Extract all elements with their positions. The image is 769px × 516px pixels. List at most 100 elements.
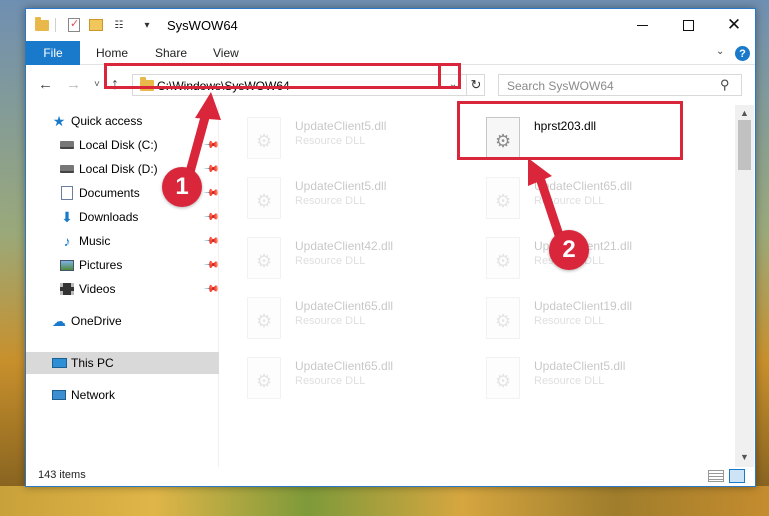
- sidebar-item-label: Network: [71, 388, 116, 402]
- file-item[interactable]: ⚙ UpdateClient42.dll Resource DLL: [247, 237, 477, 287]
- sidebar-item-label: Local Disk (C:): [79, 138, 158, 152]
- dll-file-icon: ⚙: [486, 177, 520, 219]
- file-type: Resource DLL: [295, 135, 366, 147]
- desktop-background: [0, 486, 769, 516]
- sidebar-item-label: Music: [79, 234, 111, 248]
- view-menu-icon[interactable]: ☷: [111, 17, 127, 33]
- file-item[interactable]: ⚙ UpdateClient65.dll Resource DLL: [247, 357, 477, 407]
- new-folder-icon[interactable]: [88, 17, 104, 33]
- videos-icon: [59, 281, 75, 297]
- sidebar-item-label: This PC: [71, 356, 114, 370]
- search-input[interactable]: Search SysWOW64 ⚲: [498, 74, 742, 96]
- network-icon: [51, 387, 67, 403]
- scroll-down-arrow-icon[interactable]: ▼: [740, 452, 749, 462]
- window-title: SysWOW64: [167, 18, 238, 33]
- item-count: 143 items: [38, 469, 86, 481]
- dll-file-icon: ⚙: [247, 117, 281, 159]
- maximize-button[interactable]: [665, 9, 711, 41]
- sidebar-item-onedrive[interactable]: ☁ OneDrive: [26, 310, 219, 332]
- tab-file[interactable]: File: [26, 41, 80, 65]
- properties-icon[interactable]: [66, 17, 82, 33]
- sidebar-item-music[interactable]: ♪ Music 📌: [26, 230, 220, 252]
- file-type: Resource DLL: [534, 375, 605, 387]
- folder-icon: [34, 16, 50, 33]
- large-icons-view-icon[interactable]: [729, 469, 745, 483]
- close-button[interactable]: ✕: [711, 9, 755, 41]
- file-name: UpdateClient19.dll: [534, 299, 633, 313]
- pin-icon[interactable]: 📌: [203, 209, 220, 226]
- address-bar-highlight: [104, 63, 461, 89]
- sidebar-item-network[interactable]: Network: [26, 384, 219, 406]
- dll-file-icon: ⚙: [486, 237, 520, 279]
- file-item[interactable]: ⚙ UpdateClient5.dll Resource DLL: [247, 177, 477, 227]
- title-bar: ☷ ▾ SysWOW64 ✕: [26, 9, 755, 41]
- minimize-button[interactable]: [619, 9, 665, 41]
- tab-home[interactable]: Home: [96, 41, 128, 65]
- pin-icon[interactable]: 📌: [203, 185, 220, 202]
- document-icon: [59, 185, 75, 201]
- file-item[interactable]: ⚙ UpdateClient65.dll Resource DLL: [247, 297, 477, 347]
- customize-toolbar-button[interactable]: ▾: [139, 17, 155, 33]
- file-type: Resource DLL: [295, 315, 366, 327]
- file-type: Resource DLL: [295, 375, 366, 387]
- sidebar-item-label: Pictures: [79, 258, 123, 272]
- scroll-up-arrow-icon[interactable]: ▲: [740, 108, 749, 118]
- dll-file-icon: ⚙: [247, 357, 281, 399]
- search-icon[interactable]: ⚲: [720, 77, 730, 93]
- pictures-icon: [59, 257, 75, 273]
- sidebar-item-videos[interactable]: Videos 📌: [26, 278, 220, 300]
- file-item[interactable]: ⚙ UpdateClient21.dll Resource DLL: [486, 237, 716, 287]
- step-2-badge: 2: [549, 230, 589, 270]
- file-item[interactable]: ⚙ UpdateClient5.dll Resource DLL: [486, 357, 716, 407]
- status-bar: 143 items: [26, 467, 755, 486]
- download-icon: ⬇: [61, 208, 73, 225]
- pin-icon[interactable]: 📌: [203, 281, 220, 298]
- toolbar-divider: [55, 18, 56, 32]
- sidebar-item-pictures[interactable]: Pictures 📌: [26, 254, 220, 276]
- sidebar-item-this-pc[interactable]: This PC: [26, 352, 219, 374]
- help-icon[interactable]: ?: [735, 46, 750, 61]
- file-type: Resource DLL: [295, 255, 366, 267]
- sidebar-item-label: Videos: [79, 282, 116, 296]
- music-icon: ♪: [63, 233, 71, 249]
- file-type: Resource DLL: [295, 195, 366, 207]
- file-name: UpdateClient65.dll: [534, 179, 633, 193]
- file-item[interactable]: ⚙ UpdateClient65.dll Resource DLL: [486, 177, 716, 227]
- ribbon-tabs: File Home Share View ⌄ ?: [26, 41, 755, 65]
- details-view-icon[interactable]: [708, 470, 724, 482]
- back-arrow-icon[interactable]: ←: [38, 76, 53, 93]
- sidebar-item-label: Local Disk (D:): [79, 162, 158, 176]
- computer-icon: [51, 355, 67, 371]
- tab-view[interactable]: View: [213, 41, 239, 65]
- sidebar-item-local-disk-c[interactable]: Local Disk (C:) 📌: [26, 134, 220, 156]
- tab-share[interactable]: Share: [155, 41, 187, 65]
- file-highlight: [457, 101, 683, 160]
- pin-icon[interactable]: 📌: [203, 137, 220, 154]
- drive-icon: [59, 161, 75, 177]
- sidebar-item-label: OneDrive: [71, 314, 122, 328]
- dll-file-icon: ⚙: [247, 177, 281, 219]
- drive-icon: [59, 137, 75, 153]
- scroll-thumb[interactable]: [738, 120, 751, 170]
- file-name: UpdateClient65.dll: [295, 359, 394, 373]
- pin-icon[interactable]: 📌: [203, 257, 220, 274]
- cloud-icon: ☁: [52, 312, 66, 329]
- file-item[interactable]: ⚙ UpdateClient19.dll Resource DLL: [486, 297, 716, 347]
- vertical-scrollbar[interactable]: ▲ ▼: [735, 105, 754, 467]
- recent-locations-chevron-icon[interactable]: ˅: [94, 79, 100, 90]
- refresh-button-highlight: [438, 63, 461, 89]
- pin-icon[interactable]: 📌: [203, 161, 220, 178]
- forward-arrow-icon[interactable]: →: [66, 76, 81, 93]
- file-item[interactable]: ⚙ UpdateClient5.dll Resource DLL: [247, 117, 477, 167]
- sidebar-item-downloads[interactable]: ⬇ Downloads 📌: [26, 206, 219, 228]
- file-name: UpdateClient42.dll: [295, 239, 394, 253]
- sidebar-item-quick-access[interactable]: ★ Quick access: [26, 110, 219, 132]
- dll-file-icon: ⚙: [247, 297, 281, 339]
- file-name: UpdateClient5.dll: [534, 359, 626, 373]
- refresh-icon[interactable]: ↻: [466, 75, 485, 95]
- expand-ribbon-chevron-icon[interactable]: ⌄: [716, 46, 724, 57]
- file-name: UpdateClient5.dll: [295, 179, 387, 193]
- pin-icon[interactable]: 📌: [203, 233, 220, 250]
- dll-file-icon: ⚙: [486, 357, 520, 399]
- dll-file-icon: ⚙: [486, 297, 520, 339]
